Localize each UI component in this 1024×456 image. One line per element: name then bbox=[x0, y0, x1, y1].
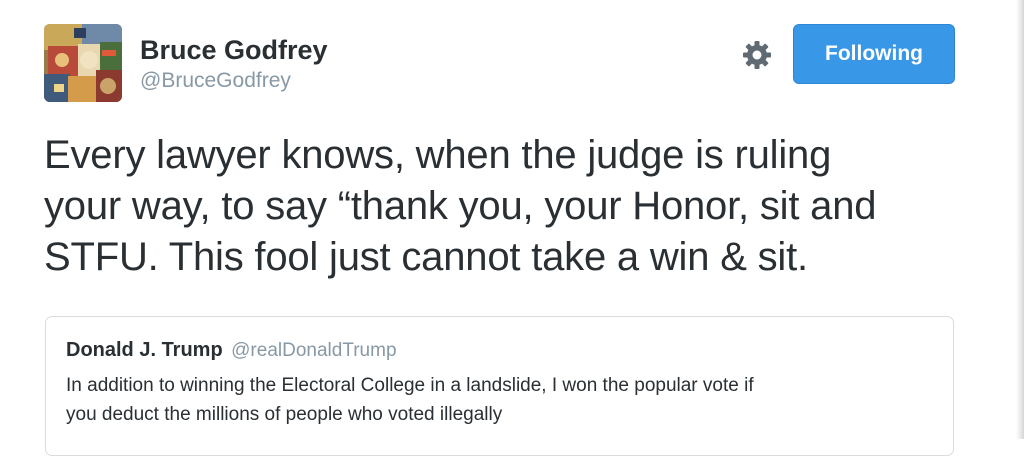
quoted-author-name: Donald J. Trump bbox=[66, 339, 223, 361]
tweet-header: Bruce Godfrey @BruceGodfrey Following bbox=[44, 24, 956, 104]
window-edge-shadow bbox=[1016, 0, 1024, 439]
author-name[interactable]: Bruce Godfrey bbox=[140, 34, 328, 66]
gear-icon-shape bbox=[743, 41, 771, 69]
tweet-text-line: STFU. This fool just cannot take a win &… bbox=[44, 235, 808, 279]
quoted-author-handle: @realDonaldTrump bbox=[231, 340, 397, 361]
quoted-tweet-text: In addition to winning the Electoral Col… bbox=[66, 371, 936, 429]
quoted-tweet-header: Donald J. Trump @realDonaldTrump bbox=[66, 339, 397, 362]
author-handle[interactable]: @BruceGodfrey bbox=[140, 67, 328, 95]
following-button[interactable]: Following bbox=[793, 24, 955, 84]
gear-icon[interactable] bbox=[741, 39, 773, 71]
author-block: Bruce Godfrey @BruceGodfrey bbox=[140, 34, 328, 95]
quoted-tweet-card[interactable]: Donald J. Trump @realDonaldTrump In addi… bbox=[45, 316, 954, 456]
tweet-text-line: your way, to say “thank you, your Honor,… bbox=[44, 184, 877, 228]
tweet-text: Every lawyer knows, when the judge is ru… bbox=[44, 130, 964, 283]
tweet-text-line: Every lawyer knows, when the judge is ru… bbox=[44, 133, 832, 177]
quoted-tweet-line: you deduct the millions of people who vo… bbox=[66, 404, 503, 425]
avatar-image bbox=[44, 24, 122, 102]
avatar[interactable] bbox=[44, 24, 122, 102]
quoted-tweet-line: In addition to winning the Electoral Col… bbox=[66, 375, 754, 396]
